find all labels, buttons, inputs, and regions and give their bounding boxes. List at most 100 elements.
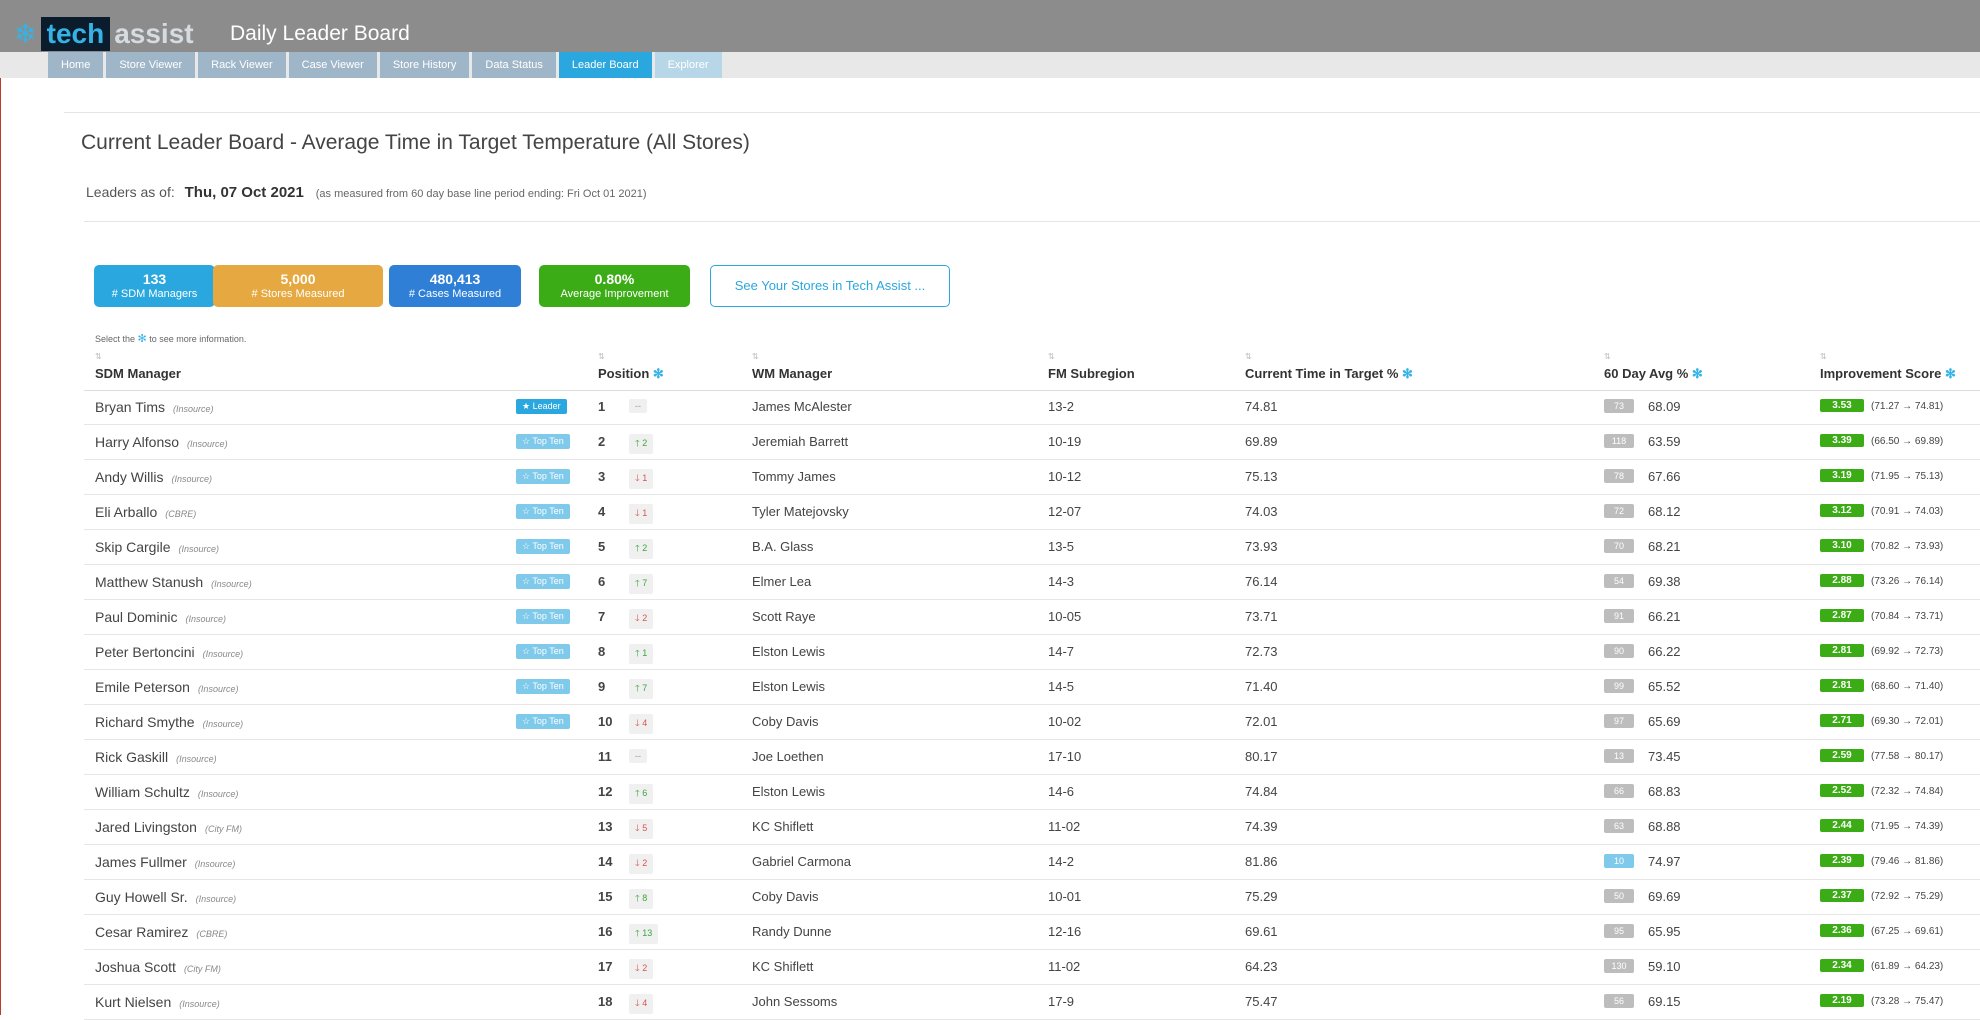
wm-manager: Joe Loethen xyxy=(752,749,824,764)
improvement-range: (70.82 → 73.93) xyxy=(1871,541,1944,552)
sort-icon: ⇅ xyxy=(1820,352,1827,361)
sdm-manager-name: Emile Peterson xyxy=(95,679,190,695)
fm-subregion: 11-02 xyxy=(1048,819,1081,834)
current-time-in-target: 69.61 xyxy=(1245,924,1278,939)
fm-subregion: 10-19 xyxy=(1048,434,1082,449)
tab-home[interactable]: Home xyxy=(48,52,104,78)
tab-explorer[interactable]: Explorer xyxy=(654,52,722,78)
table-row[interactable]: Guy Howell Sr. (Insource) 15 🡑 8 Coby Davis 1… xyxy=(84,880,1980,915)
improvement-range: (77.58 → 80.17) xyxy=(1871,751,1944,762)
sixty-day-avg: 67.66 xyxy=(1648,469,1681,484)
table-row[interactable]: Peter Bertoncini (Insource) ☆ Top Ten 8 🡑 1 E… xyxy=(84,635,1980,670)
position-change: 🡑 8 xyxy=(629,889,654,909)
sort-icon: ⇅ xyxy=(1048,352,1055,361)
sdm-manager-cell: Emile Peterson (Insource) xyxy=(95,679,238,695)
tab-store-viewer[interactable]: Store Viewer xyxy=(106,52,196,78)
col-current-time[interactable]: ⇅ Current Time in Target % ✻ xyxy=(1245,350,1525,390)
star-icon: ☆ xyxy=(522,681,531,691)
arrow-down-icon: 🡓 xyxy=(635,473,640,483)
table-row[interactable]: Richard Smythe (Insource) ☆ Top Ten 10 🡓 4 Co… xyxy=(84,705,1980,740)
improvement-score: 2.59 xyxy=(1820,749,1864,762)
tab-rack-viewer[interactable]: Rack Viewer xyxy=(198,52,286,78)
position: 7 xyxy=(598,609,606,624)
position: 14 xyxy=(598,854,613,869)
sdm-manager-cell: Richard Smythe (Insource) xyxy=(95,714,243,730)
sdm-manager-cell: Cesar Ramirez (CBRE) xyxy=(95,924,227,940)
table-row[interactable]: Bryan Tims (Insource) ★ Leader 1 -- James McA… xyxy=(84,390,1980,425)
see-your-stores-button[interactable]: See Your Stores in Tech Assist ... xyxy=(710,265,950,307)
sdm-manager-name: James Fullmer xyxy=(95,854,187,870)
star-icon: ★ xyxy=(522,401,531,411)
col-improvement-score[interactable]: ⇅ Improvement Score ✻ xyxy=(1820,350,1980,390)
fm-subregion: 10-12 xyxy=(1048,469,1082,484)
table-row[interactable]: Jared Livingston (City FM) 13 🡓 5 KC Shiflet… xyxy=(84,810,1980,845)
col-wm-manager[interactable]: ⇅ WM Manager xyxy=(752,350,952,390)
improvement-score: 2.81 xyxy=(1820,679,1864,692)
col-position[interactable]: ⇅ Position ✻ xyxy=(598,350,718,390)
col-fm-subregion[interactable]: ⇅ FM Subregion xyxy=(1048,350,1208,390)
improvement-score: 2.39 xyxy=(1820,854,1864,867)
wm-manager: Elston Lewis xyxy=(752,784,825,799)
logo-tech: tech xyxy=(40,17,111,51)
col-label-wrap: Current Time in Target % ✻ xyxy=(1245,366,1413,382)
table-row[interactable]: William Schultz (Insource) 12 🡑 6 Elston Lew… xyxy=(84,775,1980,810)
sdm-manager-name: Cesar Ramirez xyxy=(95,924,189,940)
change-value: 7 xyxy=(642,578,648,588)
sdm-manager-cell: Matthew Stanush (Insource) xyxy=(95,574,252,590)
sixty-day-avg: 73.45 xyxy=(1648,749,1681,764)
days-badge: 97 xyxy=(1604,714,1634,728)
col-60-day-avg[interactable]: ⇅ 60 Day Avg % ✻ xyxy=(1604,350,1764,390)
topten-badge: ☆ Top Ten xyxy=(516,609,570,624)
sdm-manager-cell: Eli Arballo (CBRE) xyxy=(95,504,196,520)
tab-case-viewer[interactable]: Case Viewer xyxy=(288,52,377,78)
arrow-down-icon: 🡓 xyxy=(635,718,640,728)
sixty-day-avg: 74.97 xyxy=(1648,854,1681,869)
table-row[interactable]: Emile Peterson (Insource) ☆ Top Ten 9 🡑 7 Els… xyxy=(84,670,1980,705)
info-asterisk-icon: ✻ xyxy=(137,333,147,345)
star-icon: ☆ xyxy=(522,541,531,551)
sdm-manager-cell: Joshua Scott (City FM) xyxy=(95,959,221,975)
fm-subregion: 14-6 xyxy=(1048,784,1075,799)
tab-leader-board[interactable]: Leader Board xyxy=(558,52,652,78)
position-change: -- xyxy=(629,399,647,413)
badge-label: Top Ten xyxy=(532,541,564,551)
tab-store-history[interactable]: Store History xyxy=(379,52,470,78)
sixty-day-avg: 69.69 xyxy=(1648,889,1681,904)
info-asterisk-icon[interactable]: ✻ xyxy=(653,366,664,381)
info-asterisk-icon[interactable]: ✻ xyxy=(1692,366,1703,381)
change-value: 6 xyxy=(642,788,648,798)
position-change: 🡑 1 xyxy=(629,644,654,664)
info-asterisk-icon[interactable]: ✻ xyxy=(1402,366,1413,381)
table-row[interactable]: Cesar Ramirez (CBRE) 16 🡑 13 Randy Dunne 12-1… xyxy=(84,915,1980,950)
table-row[interactable]: Andy Willis (Insource) ☆ Top Ten 3 🡓 1 Tommy … xyxy=(84,460,1980,495)
stat-value: 480,413 xyxy=(429,271,481,287)
sort-icon: ⇅ xyxy=(1604,352,1611,361)
improvement-range: (70.91 → 74.03) xyxy=(1871,506,1944,517)
company: (Insource) xyxy=(179,999,220,1009)
table-row[interactable]: Eli Arballo (CBRE) ☆ Top Ten 4 🡓 1 Tyler Mate… xyxy=(84,495,1980,530)
topten-badge: ☆ Top Ten xyxy=(516,504,570,519)
arrow-down-icon: 🡓 xyxy=(635,508,640,518)
fm-subregion: 14-2 xyxy=(1048,854,1075,869)
wm-manager: KC Shiflett xyxy=(752,819,814,834)
wm-manager: Tyler Matejovsky xyxy=(752,504,849,519)
table-row[interactable]: Joshua Scott (City FM) 17 🡓 2 KC Shiflett 11-… xyxy=(84,950,1980,985)
wm-manager: Tommy James xyxy=(752,469,836,484)
days-badge: 73 xyxy=(1604,399,1634,413)
col-sdm-manager[interactable]: ⇅ SDM Manager xyxy=(95,350,395,390)
improvement-score: 3.10 xyxy=(1820,539,1864,552)
table-row[interactable]: Harry Alfonso (Insource) ☆ Top Ten 2 🡑 2 Jere… xyxy=(84,425,1980,460)
info-asterisk-icon[interactable]: ✻ xyxy=(1945,366,1956,381)
improvement-range: (71.95 → 75.13) xyxy=(1871,471,1944,482)
improvement-range: (72.32 → 74.84) xyxy=(1871,786,1944,797)
table-row[interactable]: Rick Gaskill (Insource) 11 -- Joe Loethen 17-… xyxy=(84,740,1980,775)
logo[interactable]: ❄ tech assist xyxy=(14,17,194,51)
stat-cases-measured: 480,413 # Cases Measured xyxy=(389,265,521,307)
table-row[interactable]: Paul Dominic (Insource) ☆ Top Ten 7 🡓 2 Scott… xyxy=(84,600,1980,635)
col-label: SDM Manager xyxy=(95,366,181,381)
tab-data-status[interactable]: Data Status xyxy=(472,52,556,78)
sort-icon: ⇅ xyxy=(95,352,102,361)
table-row[interactable]: Matthew Stanush (Insource) ☆ Top Ten 6 🡑 7 El… xyxy=(84,565,1980,600)
table-row[interactable]: Skip Cargile (Insource) ☆ Top Ten 5 🡑 2 B.A. … xyxy=(84,530,1980,565)
table-row[interactable]: James Fullmer (Insource) 14 🡓 2 Gabriel Carm… xyxy=(84,845,1980,880)
